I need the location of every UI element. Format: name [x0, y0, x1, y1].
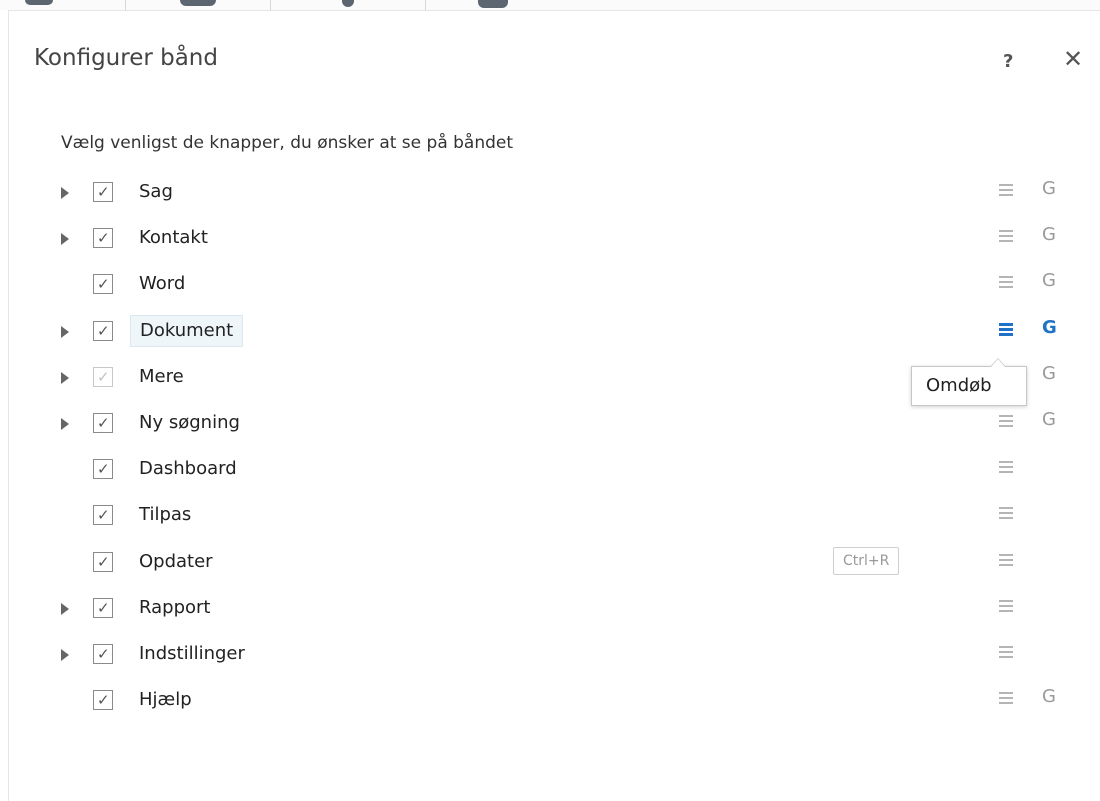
item-label[interactable]: Kontakt — [130, 222, 217, 254]
expand-arrow-icon[interactable] — [61, 233, 69, 245]
item-label[interactable]: Hjælp — [130, 684, 201, 716]
item-label[interactable]: Mere — [130, 361, 193, 393]
ribbon-item-row[interactable]: ✓ Ny søgning G — [9, 407, 1100, 443]
expand-arrow-icon[interactable] — [61, 372, 69, 384]
ribbon-item-row[interactable]: ✓ Rapport — [9, 592, 1100, 628]
item-label[interactable]: Rapport — [130, 592, 219, 624]
item-checkbox[interactable]: ✓ — [93, 552, 113, 572]
item-label[interactable]: Indstillinger — [130, 638, 254, 670]
item-checkbox[interactable]: ✓ — [93, 413, 113, 433]
item-label[interactable]: Word — [130, 268, 194, 300]
ribbon-item-row[interactable]: ✓ Kontakt G — [9, 222, 1100, 258]
checkmark-icon: ✓ — [97, 183, 110, 201]
drag-handle-icon[interactable] — [999, 554, 1013, 568]
background-app-strip — [0, 0, 1100, 10]
ribbon-item-row[interactable]: ✓ Hjælp G — [9, 684, 1100, 720]
ribbon-item-row[interactable]: ✓ Opdater Ctrl+R — [9, 546, 1100, 582]
item-checkbox[interactable]: ✓ — [93, 505, 113, 525]
item-checkbox[interactable]: ✓ — [93, 367, 113, 387]
checkmark-icon: ✓ — [97, 553, 110, 571]
checkmark-icon: ✓ — [97, 322, 110, 340]
ribbon-item-row[interactable]: ✓ Dokument G — [9, 315, 1100, 351]
drag-handle-icon[interactable] — [999, 461, 1013, 475]
ribbon-item-row[interactable]: ✓ Sag G — [9, 176, 1100, 212]
configure-ribbon-dialog: Konfigurer bånd ? ✕ Vælg venligst de kna… — [8, 10, 1100, 801]
item-checkbox[interactable]: ✓ — [93, 274, 113, 294]
item-checkbox[interactable]: ✓ — [93, 459, 113, 479]
shortcut-badge[interactable]: Ctrl+R — [833, 547, 900, 575]
item-label[interactable]: Opdater — [130, 546, 222, 578]
item-label[interactable]: Dokument — [130, 315, 244, 347]
group-marker[interactable]: G — [1042, 409, 1056, 430]
ribbon-item-row[interactable]: ✓ Word G — [9, 268, 1100, 304]
expand-arrow-icon[interactable] — [61, 418, 69, 430]
checkmark-icon: ✓ — [97, 368, 110, 386]
ribbon-item-row[interactable]: ✓ Dashboard — [9, 453, 1100, 489]
ribbon-item-row[interactable]: ✓ Indstillinger — [9, 638, 1100, 674]
expand-arrow-icon[interactable] — [61, 326, 69, 338]
item-label[interactable]: Ny søgning — [130, 407, 249, 439]
item-checkbox[interactable]: ✓ — [93, 182, 113, 202]
drag-handle-icon[interactable] — [999, 646, 1013, 660]
group-marker[interactable]: G — [1042, 363, 1056, 384]
dialog-title: Konfigurer bånd — [34, 45, 218, 71]
drag-handle-icon[interactable] — [999, 230, 1013, 244]
group-marker[interactable]: G — [1042, 317, 1057, 338]
item-label[interactable]: Tilpas — [130, 499, 200, 531]
expand-arrow-icon[interactable] — [61, 649, 69, 661]
group-marker[interactable]: G — [1042, 178, 1056, 199]
checkmark-icon: ✓ — [97, 645, 110, 663]
close-button[interactable]: ✕ — [1063, 45, 1083, 73]
group-marker[interactable]: G — [1042, 270, 1056, 291]
rename-tooltip: Omdøb — [911, 358, 1027, 406]
checkmark-icon: ✓ — [97, 275, 110, 293]
help-button[interactable]: ? — [1003, 51, 1013, 72]
item-checkbox[interactable]: ✓ — [93, 644, 113, 664]
drag-handle-icon[interactable] — [999, 600, 1013, 614]
item-checkbox[interactable]: ✓ — [93, 321, 113, 341]
expand-arrow-icon[interactable] — [61, 187, 69, 199]
checkmark-icon: ✓ — [97, 506, 110, 524]
item-label[interactable]: Dashboard — [130, 453, 246, 485]
drag-handle-icon[interactable] — [999, 184, 1013, 198]
expand-arrow-icon[interactable] — [61, 603, 69, 615]
group-marker[interactable]: G — [1042, 224, 1056, 245]
checkmark-icon: ✓ — [97, 599, 110, 617]
checkmark-icon: ✓ — [97, 691, 110, 709]
item-checkbox[interactable]: ✓ — [93, 598, 113, 618]
drag-handle-icon[interactable] — [999, 276, 1013, 290]
checkmark-icon: ✓ — [97, 460, 110, 478]
drag-handle-icon[interactable] — [999, 415, 1013, 429]
item-checkbox[interactable]: ✓ — [93, 228, 113, 248]
group-marker[interactable]: G — [1042, 686, 1056, 707]
instruction-text: Vælg venligst de knapper, du ønsker at s… — [61, 133, 514, 153]
checkmark-icon: ✓ — [97, 414, 110, 432]
item-checkbox[interactable]: ✓ — [93, 690, 113, 710]
item-label[interactable]: Sag — [130, 176, 182, 208]
drag-handle-icon[interactable] — [999, 692, 1013, 706]
drag-handle-icon[interactable] — [999, 323, 1013, 337]
ribbon-item-row[interactable]: ✓ Tilpas — [9, 499, 1100, 535]
drag-handle-icon[interactable] — [999, 507, 1013, 521]
checkmark-icon: ✓ — [97, 229, 110, 247]
